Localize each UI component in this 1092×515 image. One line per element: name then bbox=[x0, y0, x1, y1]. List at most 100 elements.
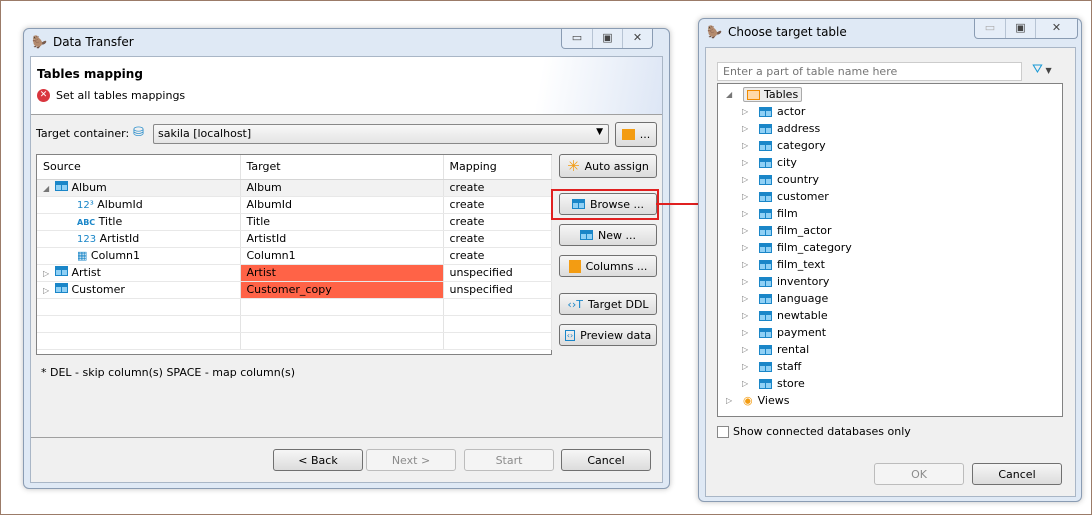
collapsed-icon[interactable]: ▷ bbox=[742, 158, 754, 167]
tree-node-table[interactable]: ▷ payment bbox=[726, 324, 1062, 341]
table-name: inventory bbox=[777, 275, 830, 288]
table-name: store bbox=[777, 377, 805, 390]
target-ddl-button[interactable]: ‹›T Target DDL bbox=[559, 293, 657, 315]
tree-node-table[interactable]: ▷ inventory bbox=[726, 273, 1062, 290]
mapping-row[interactable]: ▦ Column1 Column1 create bbox=[37, 247, 552, 265]
preview-data-button[interactable]: ‹› Preview data bbox=[559, 324, 657, 346]
dialog-cancel-button[interactable]: Cancel bbox=[972, 463, 1062, 485]
table-name: category bbox=[777, 139, 826, 152]
show-connected-checkbox[interactable]: Show connected databases only bbox=[717, 425, 911, 438]
collapsed-icon[interactable]: ▷ bbox=[742, 379, 754, 388]
table-name: film_actor bbox=[777, 224, 832, 237]
mapping-cell[interactable]: create bbox=[443, 213, 552, 231]
back-button[interactable]: < Back bbox=[273, 449, 363, 471]
collapsed-icon[interactable]: ▷ bbox=[742, 311, 754, 320]
target-cell[interactable]: Artist bbox=[240, 264, 444, 282]
mapping-cell[interactable]: create bbox=[443, 179, 552, 197]
collapsed-icon[interactable]: ▷ bbox=[742, 141, 754, 150]
expanded-icon[interactable]: ◢ bbox=[43, 184, 55, 193]
collapsed-icon[interactable]: ▷ bbox=[43, 286, 55, 295]
minimize-button[interactable]: ▭ bbox=[975, 19, 1005, 38]
tree-node-table[interactable]: ▷ film bbox=[726, 205, 1062, 222]
mapping-cell[interactable]: create bbox=[443, 196, 552, 214]
tree-node-table[interactable]: ▷ newtable bbox=[726, 307, 1062, 324]
tree-node-table[interactable]: ▷ country bbox=[726, 171, 1062, 188]
mapping-cell[interactable]: unspecified bbox=[443, 281, 552, 299]
target-cell[interactable]: AlbumId bbox=[240, 196, 444, 214]
collapsed-icon[interactable]: ▷ bbox=[742, 294, 754, 303]
mapping-row[interactable]: ◢ Album Album create bbox=[37, 179, 552, 197]
collapsed-icon[interactable]: ▷ bbox=[742, 362, 754, 371]
table-icon bbox=[759, 293, 772, 304]
browse-folder-button[interactable]: ... bbox=[615, 122, 657, 147]
close-button[interactable]: ✕ bbox=[622, 29, 652, 48]
error-message: Set all tables mappings bbox=[56, 89, 186, 102]
checkbox-box[interactable] bbox=[717, 425, 729, 438]
tree-node-tables[interactable]: ◢ Tables bbox=[726, 86, 1062, 103]
ok-button[interactable]: OK bbox=[874, 463, 964, 485]
new-button[interactable]: New ... bbox=[559, 224, 657, 246]
browse-button[interactable]: Browse ... bbox=[559, 193, 657, 215]
close-button[interactable]: ✕ bbox=[1035, 19, 1077, 38]
tree-node-table[interactable]: ▷ staff bbox=[726, 358, 1062, 375]
tree-node-views[interactable]: ▷ ◉ Views bbox=[726, 392, 1062, 409]
collapsed-icon[interactable]: ▷ bbox=[742, 107, 754, 116]
folder-btn-label: ... bbox=[639, 128, 651, 141]
tree-node-table[interactable]: ▷ customer bbox=[726, 188, 1062, 205]
start-button[interactable]: Start bbox=[464, 449, 554, 471]
tree-node-table[interactable]: ▷ store bbox=[726, 375, 1062, 392]
target-cell[interactable]: Title bbox=[240, 213, 444, 231]
tree-node-table[interactable]: ▷ category bbox=[726, 137, 1062, 154]
tree-node-table[interactable]: ▷ film_text bbox=[726, 256, 1062, 273]
collapsed-icon[interactable]: ▷ bbox=[742, 209, 754, 218]
col-source[interactable]: Source bbox=[37, 155, 241, 180]
mapping-cell[interactable]: unspecified bbox=[443, 264, 552, 282]
tree-node-table[interactable]: ▷ city bbox=[726, 154, 1062, 171]
collapsed-icon[interactable]: ▷ bbox=[742, 175, 754, 184]
collapsed-icon[interactable]: ▷ bbox=[742, 345, 754, 354]
collapsed-icon[interactable]: ▷ bbox=[742, 328, 754, 337]
collapsed-icon[interactable]: ▷ bbox=[742, 192, 754, 201]
maximize-button[interactable]: ▣ bbox=[1005, 19, 1035, 38]
tree-node-table[interactable]: ▷ film_actor bbox=[726, 222, 1062, 239]
tree-node-table[interactable]: ▷ film_category bbox=[726, 239, 1062, 256]
collapsed-icon[interactable]: ▷ bbox=[742, 226, 754, 235]
table-name: staff bbox=[777, 360, 802, 373]
collapsed-icon[interactable]: ▷ bbox=[742, 260, 754, 269]
maximize-button[interactable]: ▣ bbox=[592, 29, 622, 48]
table-icon bbox=[759, 276, 772, 287]
mapping-cell[interactable]: create bbox=[443, 230, 552, 248]
target-cell[interactable]: Album bbox=[240, 179, 444, 197]
mapping-row[interactable]: ABC Title Title create bbox=[37, 213, 552, 231]
tree-node-table[interactable]: ▷ address bbox=[726, 120, 1062, 137]
data-transfer-window: 🦫 Data Transfer ▭ ▣ ✕ Tables mapping ✕ Set … bbox=[23, 28, 670, 489]
table-search-input[interactable] bbox=[717, 62, 1022, 81]
minimize-button[interactable]: ▭ bbox=[562, 29, 592, 48]
collapsed-icon[interactable]: ▷ bbox=[742, 277, 754, 286]
target-container-select[interactable]: sakila [localhost] ▼ bbox=[153, 124, 609, 144]
mapping-row[interactable]: ▷ Artist Artist unspecified bbox=[37, 264, 552, 282]
target-cell[interactable]: Customer_copy bbox=[240, 281, 444, 299]
collapsed-icon[interactable]: ▷ bbox=[742, 124, 754, 133]
window-title: 🦫 Data Transfer bbox=[32, 35, 134, 49]
filter-icon[interactable]: ⛛ ▼ bbox=[1032, 62, 1052, 77]
mapping-row[interactable]: ▷ Customer Customer_copy unspecified bbox=[37, 281, 552, 299]
table-name: country bbox=[777, 173, 820, 186]
source-name: Column1 bbox=[90, 249, 141, 262]
target-cell[interactable]: Column1 bbox=[240, 247, 444, 265]
mapping-cell[interactable]: create bbox=[443, 247, 552, 265]
mapping-row[interactable]: 123 ArtistId ArtistId create bbox=[37, 230, 552, 248]
collapsed-icon[interactable]: ▷ bbox=[742, 243, 754, 252]
columns-button[interactable]: Columns ... bbox=[559, 255, 657, 277]
tree-node-table[interactable]: ▷ rental bbox=[726, 341, 1062, 358]
col-mapping[interactable]: Mapping bbox=[443, 155, 552, 180]
tree-node-table[interactable]: ▷ actor bbox=[726, 103, 1062, 120]
next-button[interactable]: Next > bbox=[366, 449, 456, 471]
cancel-button[interactable]: Cancel bbox=[561, 449, 651, 471]
col-target[interactable]: Target bbox=[240, 155, 444, 180]
tree-node-table[interactable]: ▷ language bbox=[726, 290, 1062, 307]
target-cell[interactable]: ArtistId bbox=[240, 230, 444, 248]
auto-assign-button[interactable]: ✳ Auto assign bbox=[559, 154, 657, 178]
mapping-row[interactable]: 12³ AlbumId AlbumId create bbox=[37, 196, 552, 214]
collapsed-icon[interactable]: ▷ bbox=[43, 269, 55, 278]
